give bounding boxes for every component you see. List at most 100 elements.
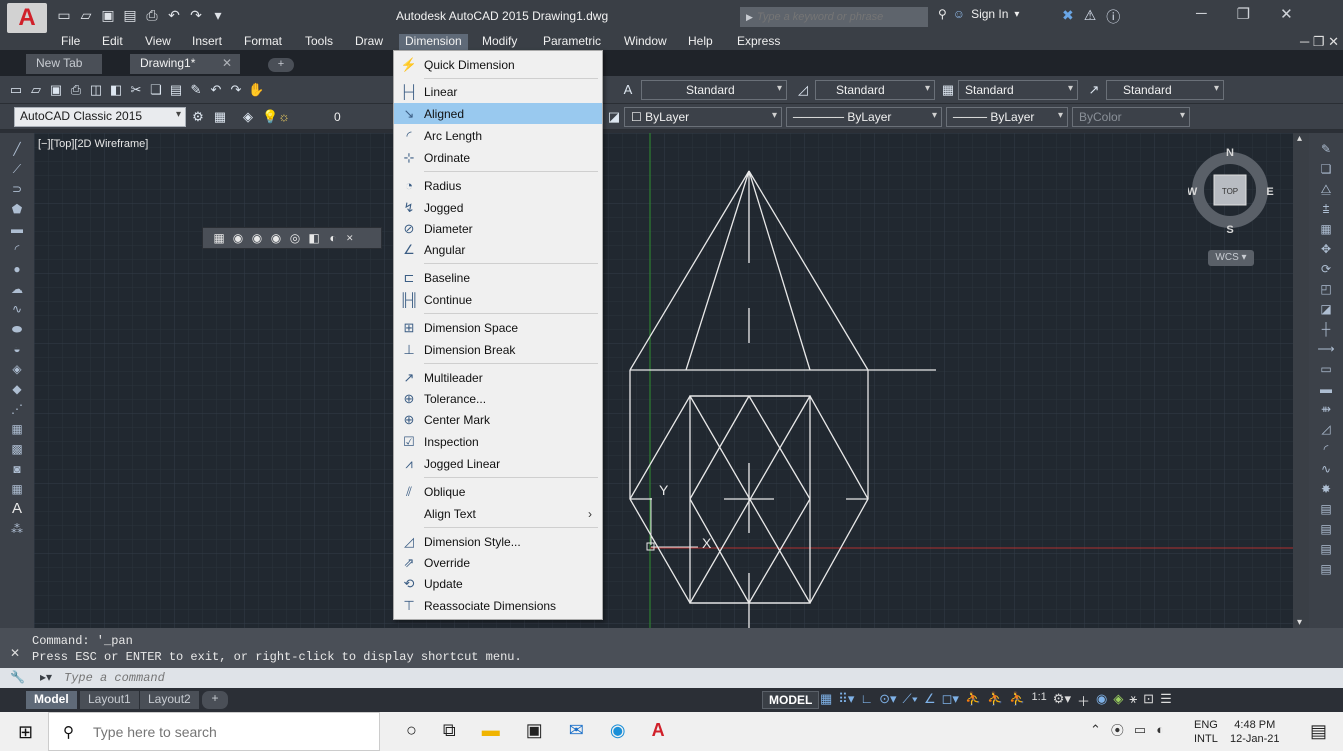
close-command-icon[interactable]: ✕ [10, 646, 20, 660]
battery-icon[interactable]: ▭ [1134, 722, 1146, 738]
break-at-point-icon[interactable]: ▭ [1317, 361, 1335, 377]
text-style-dropdown[interactable]: Standard ▾ [641, 80, 787, 100]
draworder-icon-3[interactable]: ▤ [1317, 541, 1335, 557]
close-tab-icon[interactable]: ✕ [222, 56, 232, 70]
draworder-icon-4[interactable]: ▤ [1317, 561, 1335, 577]
toolbar-icon-2[interactable]: ◉ [230, 230, 246, 246]
ellipse-arc-icon[interactable]: ◒ [8, 341, 26, 357]
match-properties-icon[interactable]: ✎ [188, 82, 204, 98]
plot-icon[interactable]: ⎙ [143, 6, 161, 24]
ortho-icon[interactable]: ∟ [860, 691, 873, 710]
table-style-dropdown[interactable]: Standard ▾ [958, 80, 1078, 100]
chamfer-icon[interactable]: ◿ [1317, 421, 1335, 437]
hatch-icon[interactable]: ▦ [8, 421, 26, 437]
publish-icon[interactable]: ◧ [108, 82, 124, 98]
taskbar-search-input[interactable] [93, 723, 363, 741]
annotation-scale-value[interactable]: 1:1 [1032, 691, 1047, 710]
menu-item-tolerance[interactable]: ⊕ Tolerance... [394, 388, 602, 409]
menu-express[interactable]: Express [737, 34, 780, 48]
isodraft-icon[interactable]: ⟋▾ [903, 691, 918, 710]
dimension-style-icon[interactable]: ◿ [795, 82, 811, 98]
multileader-style-dropdown[interactable]: Standard ▾ [1106, 80, 1224, 100]
color-dropdown[interactable]: ☐ ByLayer ▾ [624, 107, 782, 127]
tab-model[interactable]: Model [26, 691, 77, 709]
trim-icon[interactable]: ┼ [1317, 321, 1335, 337]
save-icon[interactable]: ▣ [99, 6, 117, 24]
vertical-scrollbar[interactable]: ▴ ▾ [1293, 133, 1309, 628]
snap-icon[interactable]: ⠿▾ [838, 691, 854, 710]
toolbar-icon-3[interactable]: ◉ [249, 230, 265, 246]
gradient-icon[interactable]: ▩ [8, 441, 26, 457]
plot-preview-icon[interactable]: ◫ [88, 82, 104, 98]
menu-item-baseline[interactable]: ⊏ Baseline [394, 267, 602, 288]
menu-modify[interactable]: Modify [482, 34, 517, 48]
draworder-icon-2[interactable]: ▤ [1317, 521, 1335, 537]
move-icon[interactable]: ✥ [1317, 241, 1335, 257]
menu-draw[interactable]: Draw [355, 34, 383, 48]
copy-object-icon[interactable]: ❏ [1317, 161, 1335, 177]
file-explorer-icon[interactable]: ▬ [482, 720, 500, 741]
input-language[interactable]: ENG INTL [1194, 718, 1218, 746]
menu-item-jogged-linear[interactable]: ⩘ Jogged Linear [394, 453, 602, 474]
point-icon[interactable]: ⋰ [8, 401, 26, 417]
menu-item-multileader[interactable]: ↗ Multileader [394, 367, 602, 388]
menu-dimension[interactable]: Dimension [399, 34, 468, 50]
menu-item-aligned[interactable]: ↘ Aligned [394, 103, 602, 124]
exchange-apps-icon[interactable]: ✖ [1062, 7, 1074, 27]
save-icon[interactable]: ▣ [48, 82, 64, 98]
text-style-icon[interactable]: A [620, 82, 636, 98]
command-prompt-icon[interactable]: ▸▾ [40, 670, 52, 684]
draworder-icon-1[interactable]: ▤ [1317, 501, 1335, 517]
menu-item-dimension-break[interactable]: ⊥ Dimension Break [394, 339, 602, 360]
task-view-icon[interactable]: ⧉ [443, 720, 456, 741]
redo-icon[interactable]: ↷ [187, 6, 205, 24]
drawing-area[interactable]: Y X [−][Top][2D Wireframe] [34, 133, 1309, 628]
menu-item-align-text[interactable]: Align Text › [394, 503, 602, 524]
plot-icon[interactable]: ⎙ [68, 82, 84, 98]
menu-item-dimension-space[interactable]: ⊞ Dimension Space [394, 317, 602, 338]
a360-icon[interactable]: ⚠ [1084, 7, 1097, 27]
viewcube-north[interactable]: N [1226, 147, 1234, 159]
toolbar-icon-6[interactable]: ◧ [306, 230, 322, 246]
lineweight-dropdown[interactable]: ──── ByLayer ▾ [946, 107, 1068, 127]
construction-line-icon[interactable]: ⟋ [8, 161, 26, 177]
mail-icon[interactable]: ✉ [569, 720, 584, 741]
menu-format[interactable]: Format [244, 34, 282, 48]
application-menu-button[interactable]: A [7, 3, 47, 33]
multileader-style-icon[interactable]: ↗ [1086, 82, 1102, 98]
layer-manager-icon[interactable]: ▦ [212, 109, 228, 125]
customize-qat-icon[interactable]: ▾ [209, 6, 227, 24]
grid-icon[interactable]: ▦ [820, 691, 832, 710]
menu-item-angular[interactable]: ∠ Angular [394, 239, 602, 260]
command-input[interactable] [64, 670, 664, 686]
menu-item-center-mark[interactable]: ⊕ Center Mark [394, 409, 602, 430]
make-current-layer-icon[interactable]: ◪ [606, 109, 622, 125]
menu-help[interactable]: Help [688, 34, 713, 48]
minimize-icon[interactable]: ─ [1196, 5, 1207, 23]
help-icon[interactable]: ⓘ [1106, 7, 1120, 27]
mirror-icon[interactable]: ⧋ [1317, 181, 1335, 197]
network-icon[interactable]: ⦿ [1111, 720, 1124, 739]
extend-icon[interactable]: ⟶ [1317, 341, 1335, 357]
scroll-down-icon[interactable]: ▾ [1297, 617, 1302, 628]
scale-icon[interactable]: ◰ [1317, 281, 1335, 297]
menu-item-quick-dimension[interactable]: ⚡ Quick Dimension [394, 54, 602, 75]
chevron-down-icon[interactable]: ▾ [1014, 9, 1019, 20]
annotation-scale-icon[interactable]: ⛹ [1009, 691, 1025, 710]
restore-icon[interactable]: ❐ [1237, 5, 1250, 23]
menu-item-continue[interactable]: ╟╢ Continue [394, 289, 602, 310]
workspace-dropdown[interactable]: AutoCAD Classic 2015 ▾ [14, 107, 186, 127]
erase-icon[interactable]: ✎ [1317, 141, 1335, 157]
menu-window[interactable]: Window [624, 34, 667, 48]
menu-view[interactable]: View [145, 34, 171, 48]
object-snap-tracking-icon[interactable]: ∠ [924, 691, 936, 710]
menu-item-override[interactable]: ⇗ Override [394, 552, 602, 573]
sign-in-label[interactable]: Sign In [971, 7, 1008, 21]
menu-item-jogged[interactable]: ↯ Jogged [394, 197, 602, 218]
store-icon[interactable]: ▣ [526, 720, 543, 741]
fullscreen-icon[interactable]: ⊡ [1143, 691, 1154, 710]
insert-block-icon[interactable]: ◈ [8, 361, 26, 377]
menu-item-ordinate[interactable]: ⊹ Ordinate [394, 147, 602, 168]
add-selected-icon[interactable]: ⁂ [8, 521, 26, 537]
hardware-acceleration-icon[interactable]: ◈ [1113, 691, 1123, 710]
